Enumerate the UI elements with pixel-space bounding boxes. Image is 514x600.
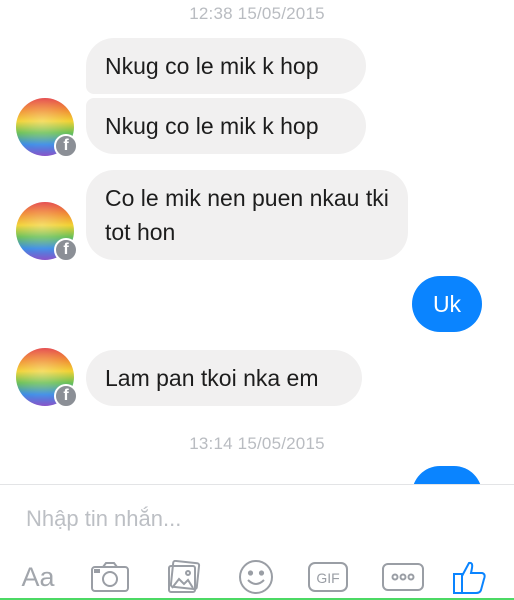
text-format-button[interactable]: Aa — [16, 558, 60, 596]
avatar[interactable]: f — [16, 348, 78, 408]
incoming-message-bubble[interactable]: Nkug co le mik k hop — [86, 98, 366, 154]
gif-icon: GIF — [308, 562, 348, 592]
incoming-message-bubble[interactable]: Co le mik nen puen nkau tki tot hon — [86, 170, 408, 260]
incoming-message-bubble[interactable]: Nkug co le mik k hop — [86, 38, 366, 94]
more-options-button[interactable] — [380, 558, 426, 596]
gallery-icon — [168, 560, 201, 593]
timestamp: 12:38 15/05/2015 — [189, 4, 325, 23]
message-text: Nkug co le mik k hop — [105, 53, 319, 79]
facebook-badge-icon: f — [54, 238, 78, 262]
message-text: Lam pan tkoi nka em — [105, 365, 319, 391]
composer-toolbar: Aa GIF — [0, 556, 514, 600]
gif-button[interactable]: GIF — [306, 558, 350, 596]
gallery-button[interactable] — [164, 558, 204, 596]
message-text: Uk — [432, 290, 462, 317]
camera-button[interactable] — [88, 558, 132, 596]
more-icon — [382, 563, 424, 591]
camera-icon — [91, 562, 129, 592]
avatar[interactable]: f — [16, 98, 78, 158]
timestamp: 13:14 15/05/2015 — [189, 434, 325, 453]
gif-label: GIF — [316, 570, 339, 586]
like-button[interactable] — [450, 558, 490, 596]
message-text: Nkug co le mik k hop — [105, 113, 319, 139]
outgoing-message-bubble[interactable]: Uk — [412, 276, 482, 332]
incoming-message-bubble[interactable]: Lam pan tkoi nka em — [86, 350, 362, 406]
message-text: Co le mik nen puen nkau tki tot hon — [105, 185, 389, 245]
avatar[interactable]: f — [16, 202, 78, 262]
facebook-badge-icon: f — [54, 134, 78, 158]
message-input[interactable] — [26, 503, 486, 535]
thumbs-up-icon — [453, 561, 486, 594]
emoji-icon — [239, 560, 273, 594]
facebook-badge-icon: f — [54, 384, 78, 408]
emoji-button[interactable] — [236, 558, 276, 596]
text-format-label: Aa — [21, 561, 55, 592]
